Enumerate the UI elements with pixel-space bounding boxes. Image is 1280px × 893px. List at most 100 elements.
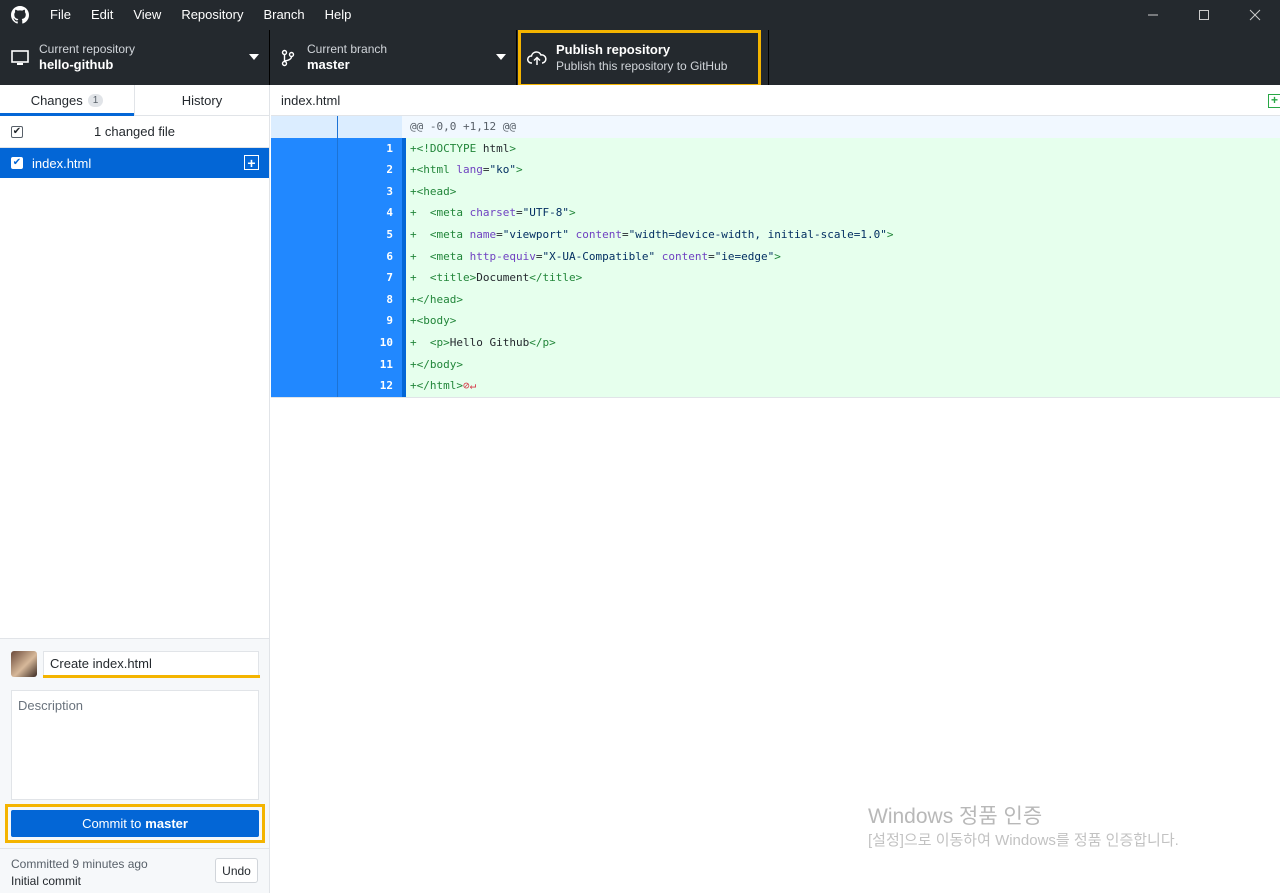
commit-description-input[interactable]: Description (11, 690, 259, 800)
undo-button[interactable]: Undo (215, 858, 258, 883)
diff-line[interactable]: 1 +<!DOCTYPE html> (271, 137, 1280, 160)
old-line-gutter[interactable] (271, 159, 338, 181)
new-line-number[interactable]: 7 (338, 267, 402, 289)
diff-line[interactable]: 3 +<head> (271, 180, 1280, 203)
watermark-subtitle: [설정]으로 이동하여 Windows를 정품 인증합니다. (868, 832, 1179, 849)
repository-label: Current repository (39, 42, 136, 56)
diff-line-code: +<body> (406, 310, 1280, 332)
chevron-down-icon (249, 54, 259, 60)
new-line-number[interactable]: 3 (338, 180, 402, 203)
publish-subtitle: Publish this repository to GitHub (556, 58, 728, 73)
old-line-gutter[interactable] (271, 353, 338, 376)
minimize-button[interactable] (1127, 0, 1178, 30)
diff-line[interactable]: 10 + <p>Hello Github</p> (271, 331, 1280, 354)
maximize-button[interactable] (1178, 0, 1229, 30)
changed-files-header: ✔ 1 changed file (0, 116, 269, 148)
commit-summary-input[interactable]: Create index.html (43, 651, 259, 677)
new-line-number[interactable]: 5 (338, 223, 402, 246)
commit-button-branch: master (145, 816, 188, 831)
diff-lines: 1 +<!DOCTYPE html> 2 +<html lang="ko"> 3 +<he… (271, 137, 1280, 397)
select-all-checkbox[interactable]: ✔ (11, 125, 23, 138)
diff-line-code: +<head> (406, 180, 1280, 203)
diff-line-code: +</html>⊘↵ (406, 375, 1280, 397)
commit-button-prefix: Commit to (82, 816, 142, 831)
new-line-number[interactable]: 11 (338, 353, 402, 376)
tab-history[interactable]: History (134, 85, 269, 115)
diff-line[interactable]: 11 +</body> (271, 353, 1280, 376)
diff-line-code: + <meta name="viewport" content="width=d… (406, 223, 1280, 246)
recent-commit-message: Initial commit (11, 874, 82, 888)
old-line-gutter[interactable] (271, 202, 338, 224)
diff-panel: index.html + @@ -0,0 +1,12 @@ 1 +<!DOCTYP… (271, 85, 1280, 893)
branch-name: master (307, 57, 350, 72)
menu-repository[interactable]: Repository (171, 0, 253, 30)
diff-line-code: + <meta http-equiv="X-UA-Compatible" con… (406, 245, 1280, 268)
file-added-icon: + (1268, 94, 1280, 108)
diff-line[interactable]: 8 +</head> (271, 288, 1280, 311)
changes-count-badge: 1 (87, 93, 104, 107)
title-bar: File Edit View Repository Branch Help (0, 0, 1280, 30)
menu-branch[interactable]: Branch (253, 0, 314, 30)
diff-header: index.html + (271, 85, 1280, 116)
new-line-number[interactable]: 12 (338, 375, 402, 397)
recent-commit-time: Committed 9 minutes ago (11, 857, 148, 871)
diff-line[interactable]: 2 +<html lang="ko"> (271, 159, 1280, 181)
new-line-number[interactable]: 9 (338, 310, 402, 332)
close-button[interactable] (1229, 0, 1280, 30)
git-branch-icon (278, 48, 298, 68)
diff-line[interactable]: 7 + <title>Document</title> (271, 267, 1280, 289)
diff-line[interactable]: 6 + <meta http-equiv="X-UA-Compatible" co… (271, 245, 1280, 268)
diff-divider (271, 396, 1280, 398)
diff-line[interactable]: 5 + <meta name="viewport" content="width=… (271, 223, 1280, 246)
new-line-number[interactable]: 4 (338, 202, 402, 224)
close-icon (1249, 9, 1260, 21)
diff-line-code: +<html lang="ko"> (406, 159, 1280, 181)
recent-commit: Committed 9 minutes ago Initial commit U… (0, 848, 269, 893)
cloud-upload-icon (527, 48, 547, 68)
diff-filename: index.html (281, 92, 341, 108)
diff-line-code: + <p>Hello Github</p> (406, 331, 1280, 354)
new-line-number[interactable]: 10 (338, 331, 402, 354)
diff-line[interactable]: 9 +<body> (271, 310, 1280, 332)
old-line-gutter[interactable] (271, 288, 338, 311)
publish-repository-button[interactable]: Publish repository Publish this reposito… (517, 30, 769, 85)
menu-help[interactable]: Help (315, 0, 362, 30)
old-line-gutter[interactable] (271, 375, 338, 397)
old-line-gutter[interactable] (271, 137, 338, 160)
menu-view[interactable]: View (123, 0, 171, 30)
diff-line-code: +</head> (406, 288, 1280, 311)
old-line-gutter[interactable] (271, 245, 338, 268)
current-branch-button[interactable]: Current branch master (270, 30, 517, 85)
watermark-title: Windows 정품 인증 (868, 805, 1043, 828)
file-checkbox[interactable]: ✔ (11, 157, 23, 169)
hunk-header-text: @@ -0,0 +1,12 @@ (406, 116, 1280, 138)
menu-edit[interactable]: Edit (81, 0, 123, 30)
publish-title: Publish repository (556, 41, 671, 57)
monitor-icon (10, 48, 30, 68)
new-line-number[interactable]: 8 (338, 288, 402, 311)
old-line-gutter[interactable] (271, 331, 338, 354)
old-line-gutter[interactable] (271, 267, 338, 289)
new-line-number[interactable]: 1 (338, 137, 402, 160)
branch-label: Current branch (307, 42, 388, 56)
old-line-gutter[interactable] (271, 310, 338, 332)
commit-form: Create index.html Description Commit to … (0, 638, 269, 848)
changed-files-count: 1 changed file (94, 124, 175, 139)
toolbar: Current repository hello-github Current … (0, 30, 1280, 85)
diff-line-code: +</body> (406, 353, 1280, 376)
old-line-gutter[interactable] (271, 223, 338, 246)
commit-button[interactable]: Commit to master (11, 810, 259, 837)
new-line-number[interactable]: 2 (338, 159, 402, 181)
menu-file[interactable]: File (40, 0, 81, 30)
tab-history-label: History (181, 92, 223, 108)
diff-table: @@ -0,0 +1,12 @@ 1 +<!DOCTYPE html> 2 +<htm… (271, 116, 1280, 398)
diff-line[interactable]: 4 + <meta charset="UTF-8"> (271, 202, 1280, 224)
current-repository-button[interactable]: Current repository hello-github (0, 30, 270, 85)
chevron-down-icon (496, 54, 506, 60)
file-list-item[interactable]: ✔ index.html + (0, 148, 269, 178)
diff-line[interactable]: 12 +</html>⊘↵ (271, 375, 1280, 397)
minimize-icon (1147, 14, 1158, 16)
new-line-number[interactable]: 6 (338, 245, 402, 268)
old-line-gutter[interactable] (271, 180, 338, 203)
tab-changes[interactable]: Changes 1 (0, 85, 134, 116)
